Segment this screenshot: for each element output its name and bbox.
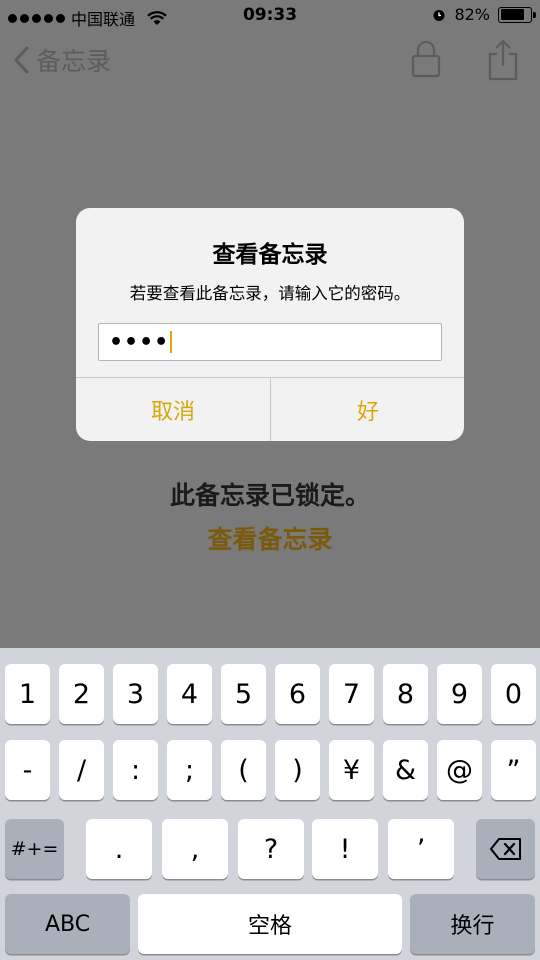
view-note-link[interactable]: 查看备忘录 bbox=[0, 520, 540, 556]
key-8[interactable]: 8 bbox=[383, 664, 428, 724]
back-button[interactable]: 备忘录 bbox=[12, 42, 111, 78]
key-close-paren[interactable]: ) bbox=[275, 740, 320, 800]
key-return[interactable]: 换行 bbox=[410, 894, 535, 954]
key-7[interactable]: 7 bbox=[329, 664, 374, 724]
status-right: 82% bbox=[432, 5, 536, 24]
key-hyphen[interactable]: - bbox=[5, 740, 50, 800]
key-5[interactable]: 5 bbox=[221, 664, 266, 724]
key-6[interactable]: 6 bbox=[275, 664, 320, 724]
key-more-symbols[interactable]: #+= bbox=[5, 819, 64, 879]
cancel-button[interactable]: 取消 bbox=[76, 378, 270, 441]
key-space[interactable]: 空格 bbox=[138, 894, 402, 954]
key-semicolon[interactable]: ; bbox=[167, 740, 212, 800]
key-apostrophe[interactable]: ’ bbox=[388, 819, 454, 879]
keyboard: 1 2 3 4 5 6 7 8 9 0 - / : ; ( ) ¥ & @ ” … bbox=[0, 648, 540, 960]
key-at[interactable]: @ bbox=[437, 740, 482, 800]
key-2[interactable]: 2 bbox=[59, 664, 104, 724]
password-alert-dialog: 查看备忘录 若要查看此备忘录，请输入它的密码。 •••• 取消 好 bbox=[76, 208, 464, 441]
backspace-icon bbox=[489, 838, 521, 860]
key-0[interactable]: 0 bbox=[491, 664, 536, 724]
key-exclamation[interactable]: ! bbox=[312, 819, 378, 879]
text-cursor bbox=[170, 331, 173, 353]
battery-icon bbox=[498, 6, 536, 23]
key-yen[interactable]: ¥ bbox=[329, 740, 374, 800]
key-4[interactable]: 4 bbox=[167, 664, 212, 724]
key-period[interactable]: . bbox=[86, 819, 152, 879]
chevron-left-icon bbox=[13, 46, 29, 74]
key-question[interactable]: ? bbox=[238, 819, 304, 879]
locked-message: 此备忘录已锁定。 bbox=[169, 481, 370, 510]
alert-message: 若要查看此备忘录，请输入它的密码。 bbox=[129, 284, 411, 303]
battery-percent: 82% bbox=[454, 5, 490, 24]
key-quote[interactable]: ” bbox=[491, 740, 536, 800]
key-ampersand[interactable]: & bbox=[383, 740, 428, 800]
key-comma[interactable]: , bbox=[162, 819, 228, 879]
key-1[interactable]: 1 bbox=[5, 664, 50, 724]
key-colon[interactable]: : bbox=[113, 740, 158, 800]
status-bar: 中国联通 09:33 82% bbox=[0, 0, 540, 32]
key-open-paren[interactable]: ( bbox=[221, 740, 266, 800]
alarm-icon bbox=[433, 9, 445, 21]
nav-bar: 备忘录 bbox=[0, 34, 540, 90]
password-value: •••• bbox=[109, 329, 170, 355]
key-abc[interactable]: ABC bbox=[5, 894, 130, 954]
key-slash[interactable]: / bbox=[59, 740, 104, 800]
key-3[interactable]: 3 bbox=[113, 664, 158, 724]
back-label: 备忘录 bbox=[36, 47, 112, 76]
key-delete[interactable] bbox=[476, 819, 535, 879]
share-icon[interactable] bbox=[486, 38, 520, 82]
password-field[interactable]: •••• bbox=[98, 323, 442, 361]
lock-icon[interactable] bbox=[410, 38, 442, 80]
key-9[interactable]: 9 bbox=[437, 664, 482, 724]
battery-fill bbox=[500, 9, 525, 20]
ok-button[interactable]: 好 bbox=[271, 378, 464, 441]
alert-title: 查看备忘录 bbox=[212, 242, 328, 268]
